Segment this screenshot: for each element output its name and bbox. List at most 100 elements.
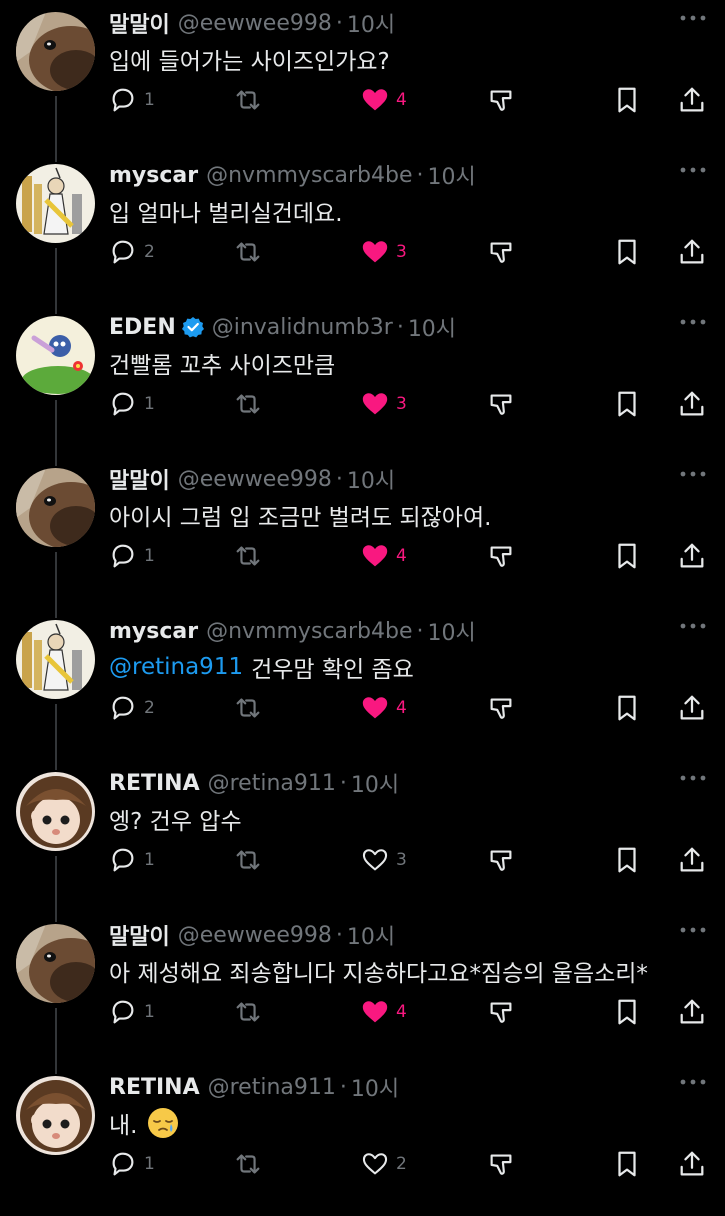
share-button[interactable] bbox=[677, 386, 707, 422]
share-button[interactable] bbox=[677, 690, 707, 726]
user-handle[interactable]: @nvmmyscarb4be bbox=[206, 619, 412, 644]
retweet-button[interactable] bbox=[233, 82, 263, 118]
reply-button[interactable]: 1 bbox=[108, 842, 155, 878]
avatar[interactable] bbox=[16, 468, 95, 547]
reply-button[interactable]: 1 bbox=[108, 386, 155, 422]
reply-button[interactable]: 1 bbox=[108, 994, 155, 1030]
like-button[interactable]: 4 bbox=[360, 690, 407, 726]
bookmark-button[interactable] bbox=[612, 234, 642, 270]
display-name[interactable]: myscar bbox=[109, 163, 198, 188]
avatar[interactable] bbox=[16, 1076, 95, 1155]
user-handle[interactable]: @nvmmyscarb4be bbox=[206, 163, 412, 188]
timestamp[interactable]: 10시 bbox=[347, 463, 395, 495]
views-button[interactable] bbox=[486, 842, 516, 878]
tweet-header: myscar @nvmmyscarb4be · 10시 bbox=[109, 614, 685, 648]
like-button[interactable]: 3 bbox=[360, 842, 407, 878]
retweet-button[interactable] bbox=[233, 842, 263, 878]
views-button[interactable] bbox=[486, 690, 516, 726]
more-icon[interactable] bbox=[679, 920, 707, 940]
views-button[interactable] bbox=[486, 1146, 516, 1182]
tweet-body: 건빨롬 꼬추 사이즈만큼 bbox=[109, 353, 336, 379]
more-icon[interactable] bbox=[679, 464, 707, 484]
bookmark-button[interactable] bbox=[612, 994, 642, 1030]
more-icon[interactable] bbox=[679, 160, 707, 180]
retweet-button[interactable] bbox=[233, 538, 263, 574]
more-icon[interactable] bbox=[679, 616, 707, 636]
bookmark-button[interactable] bbox=[612, 538, 642, 574]
reply-count: 1 bbox=[144, 1002, 155, 1022]
views-button[interactable] bbox=[486, 234, 516, 270]
like-count: 4 bbox=[396, 698, 407, 718]
bookmark-button[interactable] bbox=[612, 82, 642, 118]
retweet-button[interactable] bbox=[233, 234, 263, 270]
timestamp[interactable]: 10시 bbox=[408, 311, 456, 343]
retweet-button[interactable] bbox=[233, 994, 263, 1030]
tweet-header: myscar @nvmmyscarb4be · 10시 bbox=[109, 158, 685, 192]
like-button[interactable]: 4 bbox=[360, 82, 407, 118]
reply-count: 1 bbox=[144, 546, 155, 566]
share-button[interactable] bbox=[677, 234, 707, 270]
bookmark-button[interactable] bbox=[612, 386, 642, 422]
display-name[interactable]: 말말이 bbox=[109, 7, 170, 39]
share-button[interactable] bbox=[677, 994, 707, 1030]
user-handle[interactable]: @retina911 bbox=[208, 771, 336, 796]
reply-count: 2 bbox=[144, 698, 155, 718]
avatar[interactable] bbox=[16, 164, 95, 243]
more-icon[interactable] bbox=[679, 768, 707, 788]
user-handle[interactable]: @eewwee998 bbox=[178, 467, 332, 492]
display-name[interactable]: EDEN bbox=[109, 315, 176, 340]
like-button[interactable]: 4 bbox=[360, 538, 407, 574]
like-button[interactable]: 3 bbox=[360, 234, 407, 270]
action-bar: 14 bbox=[0, 994, 725, 1030]
bookmark-button[interactable] bbox=[612, 690, 642, 726]
user-handle[interactable]: @eewwee998 bbox=[178, 923, 332, 948]
reply-button[interactable]: 1 bbox=[108, 82, 155, 118]
reply-button[interactable]: 2 bbox=[108, 234, 155, 270]
avatar[interactable] bbox=[16, 924, 95, 1003]
user-handle[interactable]: @invalidnumb3r bbox=[212, 315, 393, 340]
timestamp[interactable]: 10시 bbox=[351, 1071, 399, 1103]
avatar[interactable] bbox=[16, 12, 95, 91]
reply-button[interactable]: 1 bbox=[108, 538, 155, 574]
avatar[interactable] bbox=[16, 772, 95, 851]
retweet-button[interactable] bbox=[233, 690, 263, 726]
retweet-button[interactable] bbox=[233, 1146, 263, 1182]
timestamp[interactable]: 10시 bbox=[347, 7, 395, 39]
like-button[interactable]: 2 bbox=[360, 1146, 407, 1182]
display-name[interactable]: RETINA bbox=[109, 771, 200, 796]
bookmark-button[interactable] bbox=[612, 1146, 642, 1182]
display-name[interactable]: 말말이 bbox=[109, 919, 170, 951]
reply-button[interactable]: 2 bbox=[108, 690, 155, 726]
timestamp[interactable]: 10시 bbox=[428, 615, 476, 647]
display-name[interactable]: RETINA bbox=[109, 1075, 200, 1100]
user-handle[interactable]: @retina911 bbox=[208, 1075, 336, 1100]
more-icon[interactable] bbox=[679, 8, 707, 28]
views-button[interactable] bbox=[486, 386, 516, 422]
like-button[interactable]: 3 bbox=[360, 386, 407, 422]
display-name[interactable]: myscar bbox=[109, 619, 198, 644]
timestamp[interactable]: 10시 bbox=[347, 919, 395, 951]
timestamp[interactable]: 10시 bbox=[351, 767, 399, 799]
tweet-body: 입 얼마나 벌리실건데요. bbox=[109, 201, 343, 227]
tweet: RETINA @retina911 · 10시 내. 1 2 bbox=[0, 1064, 725, 1216]
retweet-button[interactable] bbox=[233, 386, 263, 422]
avatar[interactable] bbox=[16, 316, 95, 395]
more-icon[interactable] bbox=[679, 1072, 707, 1092]
mention-link[interactable]: @retina911 bbox=[109, 654, 243, 680]
views-button[interactable] bbox=[486, 538, 516, 574]
bookmark-button[interactable] bbox=[612, 842, 642, 878]
views-button[interactable] bbox=[486, 82, 516, 118]
views-button[interactable] bbox=[486, 994, 516, 1030]
share-button[interactable] bbox=[677, 82, 707, 118]
display-name[interactable]: 말말이 bbox=[109, 463, 170, 495]
share-button[interactable] bbox=[677, 538, 707, 574]
share-button[interactable] bbox=[677, 1146, 707, 1182]
like-button[interactable]: 4 bbox=[360, 994, 407, 1030]
avatar[interactable] bbox=[16, 620, 95, 699]
user-handle[interactable]: @eewwee998 bbox=[178, 11, 332, 36]
tweet: 말말이 @eewwee998 · 10시 입에 들어가는 사이즈인가요? 1 4 bbox=[0, 0, 725, 162]
timestamp[interactable]: 10시 bbox=[428, 159, 476, 191]
reply-button[interactable]: 1 bbox=[108, 1146, 155, 1182]
share-button[interactable] bbox=[677, 842, 707, 878]
more-icon[interactable] bbox=[679, 312, 707, 332]
